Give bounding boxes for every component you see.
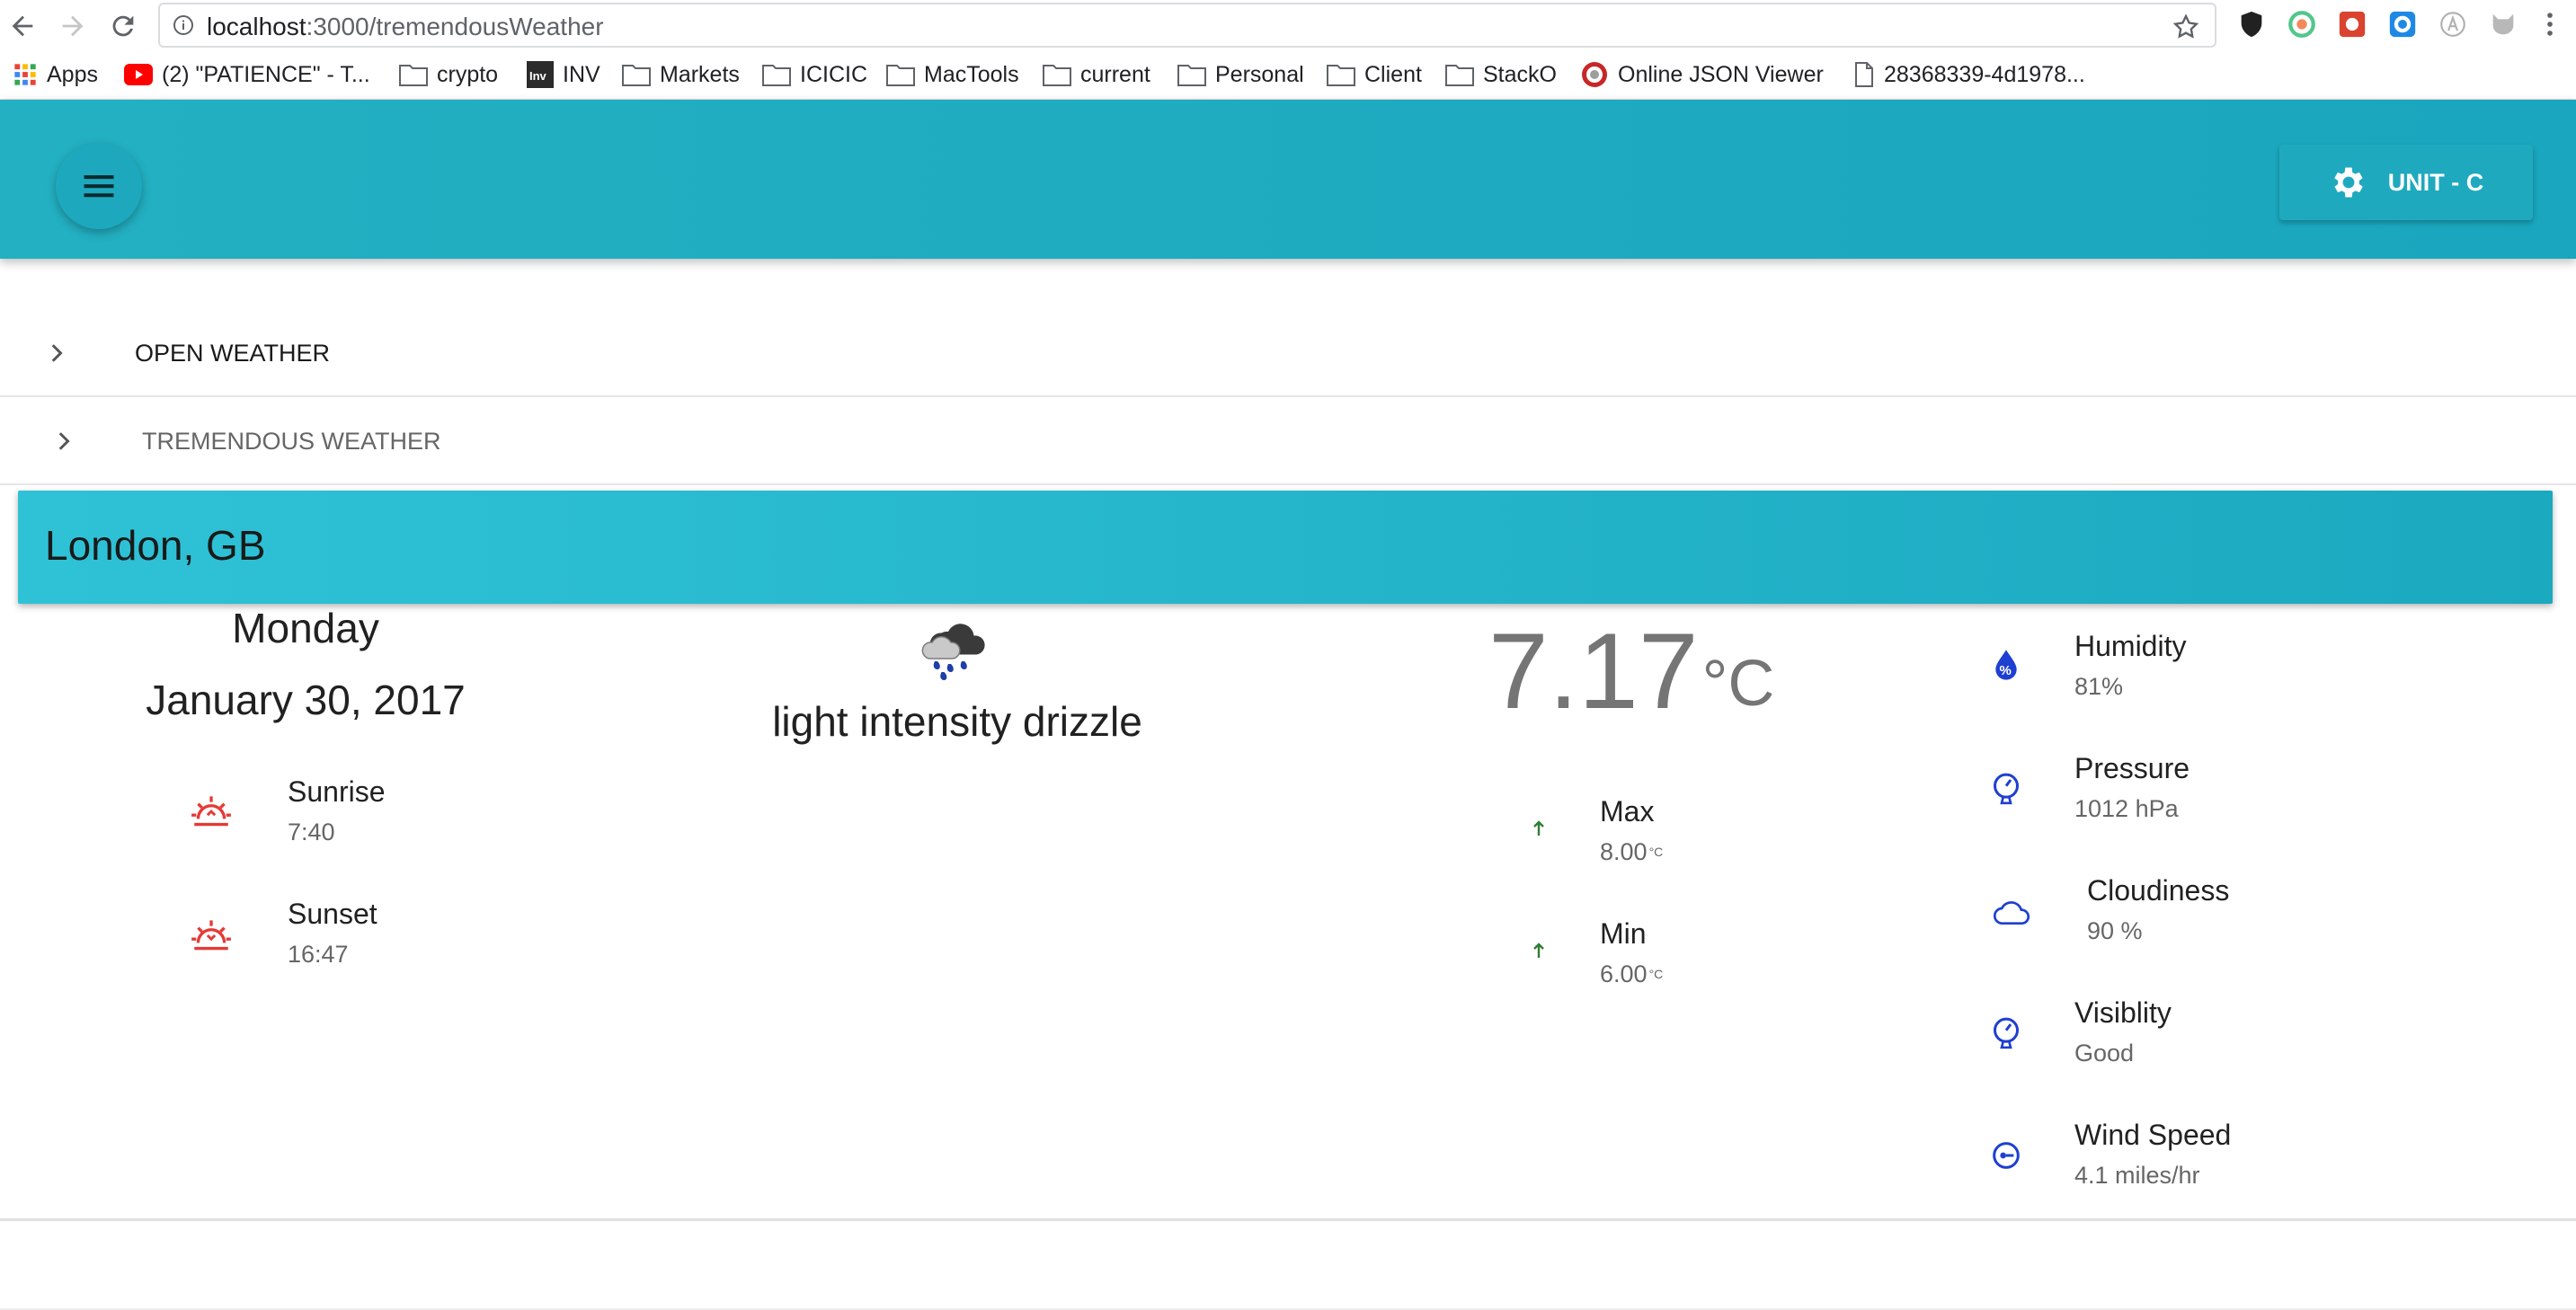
- visibility-value: Good: [2074, 1040, 2135, 1067]
- humidity-value: 81%: [2074, 673, 2124, 700]
- sunset-label: Sunset: [288, 898, 378, 930]
- bookmark-mactools[interactable]: MacTools: [886, 59, 1019, 90]
- file-icon: [1855, 62, 1873, 87]
- green-circle-extension-icon[interactable]: [2287, 9, 2317, 40]
- pressure-label: Pressure: [2074, 752, 2190, 784]
- accordion-open-weather[interactable]: OPEN WEATHER: [0, 311, 2576, 397]
- bookmark-personal[interactable]: Personal: [1177, 59, 1304, 90]
- folder-icon: [1043, 65, 1071, 86]
- wind-speed-icon: [1993, 1142, 2020, 1169]
- temperature-unit: °C: [1701, 648, 1775, 720]
- day-name: Monday: [232, 605, 379, 651]
- bookmark-inv[interactable]: Inv INV: [527, 59, 600, 90]
- blue-ring-extension-icon[interactable]: [2387, 9, 2418, 40]
- folder-icon: [622, 65, 651, 86]
- sunrise-value: 7:40: [288, 819, 335, 845]
- svg-text:Inv: Inv: [529, 69, 547, 83]
- more-vert-icon[interactable]: [2535, 9, 2565, 40]
- url-text: localhost:3000/tremendousWeather: [207, 13, 604, 40]
- visibility-label: Visiblity: [2074, 996, 2172, 1029]
- card-header: London, GB: [18, 491, 2553, 604]
- folder-icon: [399, 65, 428, 86]
- visibility-gauge-icon: [1994, 1017, 2019, 1049]
- hamburger-menu-icon: [84, 175, 114, 198]
- humidity-icon: %: [1995, 650, 2017, 680]
- fox-extension-icon[interactable]: [2488, 9, 2518, 40]
- bookmark-apps[interactable]: Apps: [13, 59, 98, 90]
- browser-toolbar: localhost:3000/tremendousWeather: [0, 0, 2576, 52]
- chevron-right-icon: [51, 344, 63, 362]
- accordion-label: OPEN WEATHER: [135, 340, 331, 367]
- weather-condition: light intensity drizzle: [772, 698, 1142, 745]
- bookmark-star-icon[interactable]: [2172, 13, 2200, 41]
- humidity-label: Humidity: [2074, 630, 2187, 662]
- inv-logo-icon: Inv: [527, 61, 554, 88]
- wind-speed-label: Wind Speed: [2074, 1119, 2232, 1151]
- min-value: 6.00 °C: [1600, 960, 1664, 987]
- sunset-value: 16:47: [288, 941, 349, 968]
- max-value: 8.00 °C: [1600, 838, 1664, 865]
- unit-label: UNIT - C: [2387, 168, 2484, 196]
- max-label: Max: [1600, 795, 1655, 828]
- min-label: Min: [1600, 917, 1647, 950]
- gear-icon: [2333, 167, 2363, 198]
- bookmark-client[interactable]: Client: [1327, 59, 1422, 90]
- temperature-value: 7.17: [1488, 611, 1699, 731]
- folder-icon: [1177, 65, 1206, 86]
- bookmark-current[interactable]: current: [1043, 59, 1150, 90]
- date-text: January 30, 2017: [146, 677, 466, 723]
- unit-toggle-button[interactable]: UNIT - C: [2279, 145, 2533, 220]
- city-name: London, GB: [45, 522, 266, 569]
- wind-speed-value: 4.1 miles/hr: [2074, 1162, 2200, 1189]
- folder-icon: [762, 65, 791, 86]
- chevron-right-icon: [58, 432, 70, 450]
- cloudiness-label: Cloudiness: [2087, 874, 2230, 907]
- cloudiness-value: 90 %: [2087, 917, 2143, 944]
- app-bar: UNIT - C: [0, 100, 2576, 259]
- apps-grid-icon: [14, 64, 36, 85]
- rain-cloud-icon: [921, 624, 985, 680]
- json-viewer-icon: [1582, 62, 1607, 87]
- pressure-gauge-icon: [1994, 773, 2019, 805]
- bookmark-icicic[interactable]: ICICIC: [762, 59, 867, 90]
- bookmark-online-json-viewer[interactable]: Online JSON Viewer: [1580, 59, 1824, 90]
- bookmarks-bar: Apps (2) "PATIENCE" - T... crypto Inv IN…: [0, 52, 2576, 100]
- folder-icon: [886, 65, 915, 86]
- forward-icon[interactable]: [58, 11, 88, 41]
- a-extension-icon[interactable]: [2438, 9, 2468, 40]
- pressure-value: 1012 hPa: [2074, 795, 2179, 822]
- address-bar[interactable]: localhost:3000/tremendousWeather: [158, 3, 2216, 48]
- folder-icon: [1327, 65, 1355, 86]
- bookmark-stacko[interactable]: StackO: [1445, 59, 1557, 90]
- bookmark-youtube[interactable]: (2) "PATIENCE" - T...: [124, 59, 370, 90]
- red-square-extension-icon[interactable]: [2337, 9, 2367, 40]
- accordion-tremendous-weather[interactable]: TREMENDOUS WEATHER: [0, 399, 2576, 485]
- sunrise-icon: [191, 796, 231, 827]
- sunset-icon: [191, 920, 231, 951]
- sunrise-label: Sunrise: [288, 775, 386, 808]
- arrow-up-icon: [1533, 943, 1544, 958]
- bookmark-file[interactable]: 28368339-4d1978...: [1853, 59, 2085, 90]
- back-icon[interactable]: [7, 11, 38, 41]
- accordion-label: TREMENDOUS WEATHER: [142, 428, 441, 455]
- weather-card: London, GB Monday January 30, 2017 Sunri…: [0, 485, 2576, 1221]
- bookmark-markets[interactable]: Markets: [622, 59, 740, 90]
- cloud-icon: [1993, 901, 2030, 925]
- svg-text:%: %: [2000, 663, 2012, 678]
- reload-icon[interactable]: [108, 11, 138, 41]
- menu-button[interactable]: [56, 143, 142, 229]
- current-temperature: 7.17°C: [1488, 613, 1774, 730]
- bookmark-crypto[interactable]: crypto: [399, 59, 498, 90]
- arrow-up-icon: [1533, 820, 1544, 836]
- shield-extension-icon[interactable]: [2236, 9, 2267, 40]
- folder-icon: [1445, 65, 1474, 86]
- info-icon[interactable]: [173, 14, 194, 36]
- youtube-icon: [124, 64, 153, 85]
